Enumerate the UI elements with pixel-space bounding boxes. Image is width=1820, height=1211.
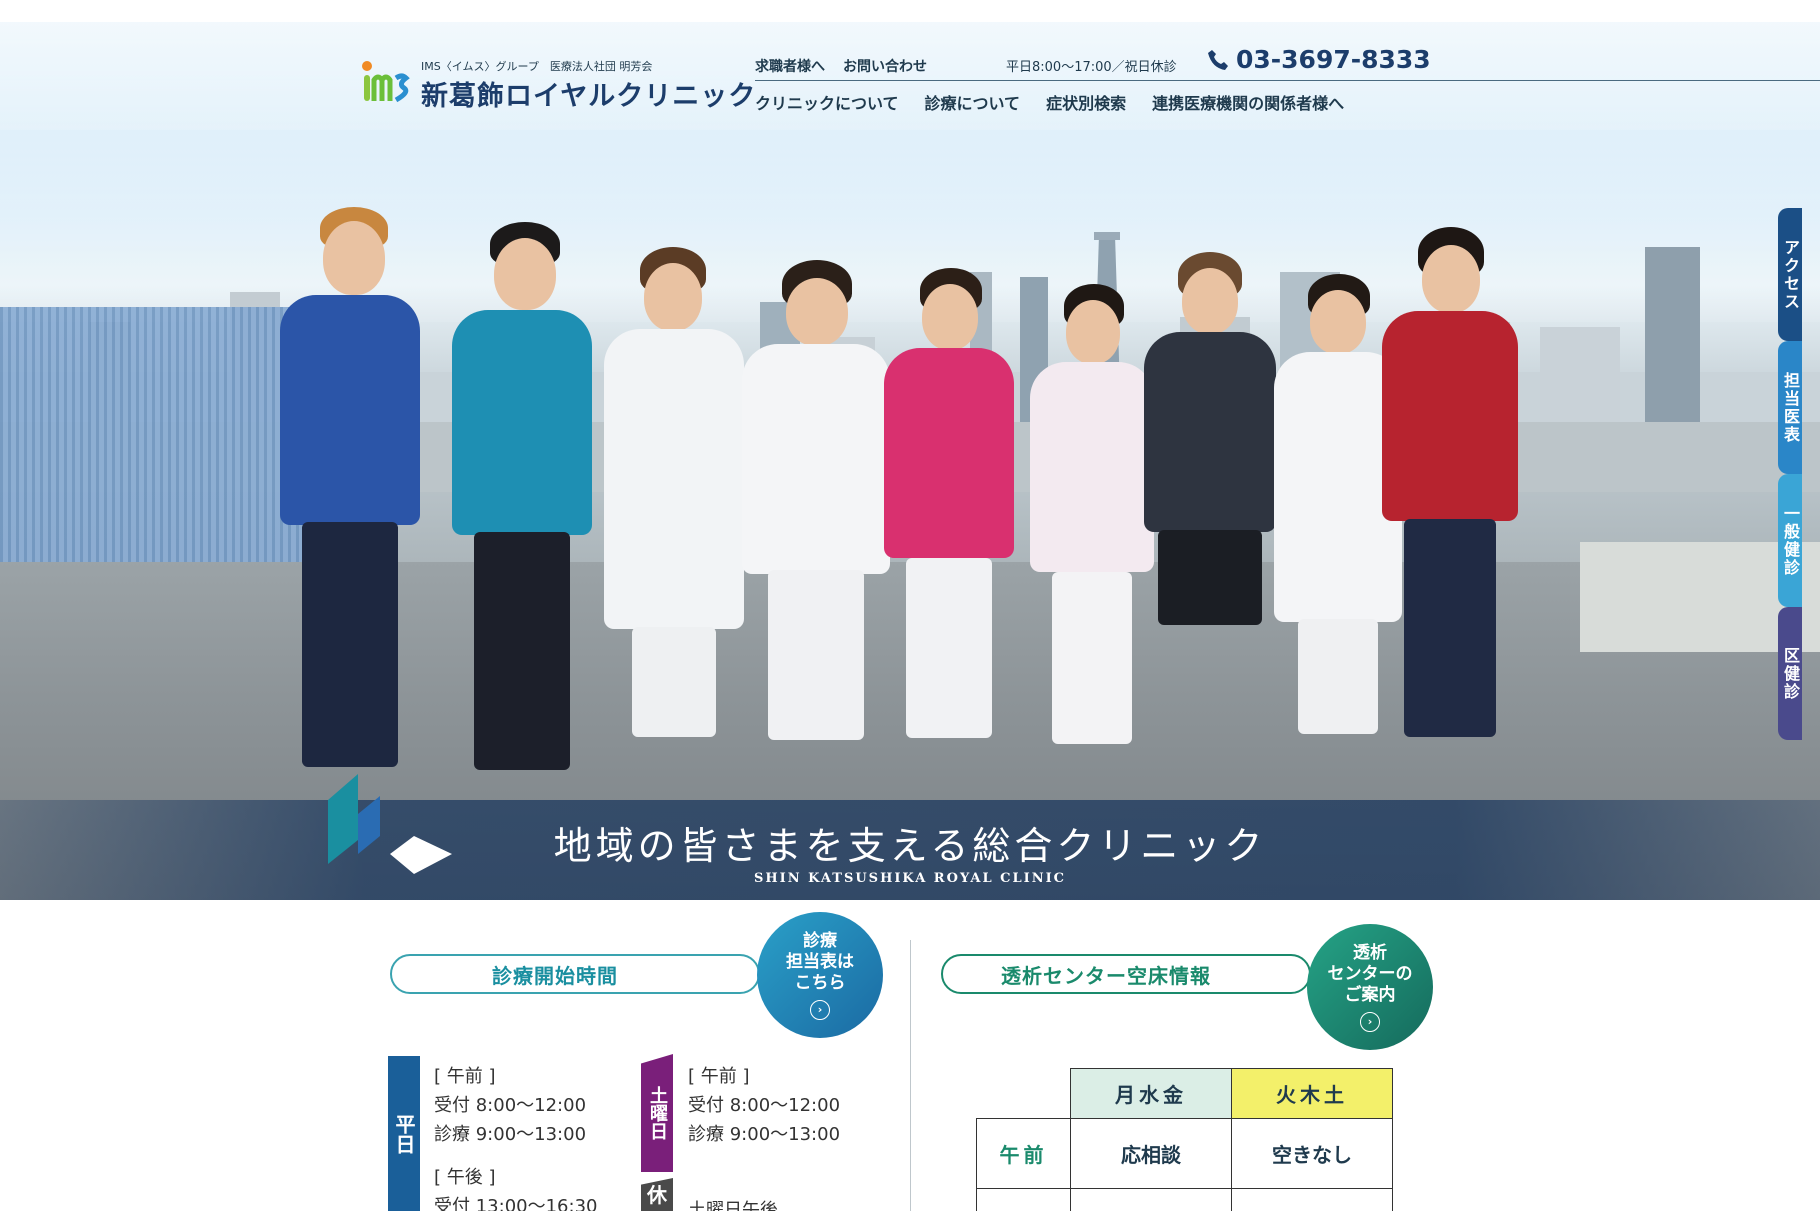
table-cell: 応相談 <box>1070 1118 1232 1189</box>
hero-tagline: 地域の皆さまを支える総合クリニック <box>553 824 1267 868</box>
side-tab-doctor-schedule[interactable]: 担当医表 <box>1778 341 1802 474</box>
util-link-contact[interactable]: お問い合わせ <box>843 56 927 76</box>
doctor-schedule-button[interactable]: 診療 担当表は こちら › <box>757 912 883 1038</box>
dialysis-center-line-1: 透析 <box>1353 942 1387 963</box>
dialysis-center-line-3: ご案内 <box>1344 984 1396 1005</box>
ims-logo-icon[interactable] <box>360 60 410 104</box>
hero-photo <box>0 22 1820 900</box>
staff-member <box>742 260 890 740</box>
phone-link[interactable]: 03-3697-8333 <box>1206 45 1431 74</box>
logo-group-line: IMS〈イムス〉グループ 医療法人社団 明芳会 <box>421 60 653 73</box>
saturday-am-reception: 受付 8:00〜12:00 <box>688 1095 841 1116</box>
doctor-schedule-line-2: 担当表は <box>786 951 854 972</box>
table-corner-cell <box>976 1068 1071 1119</box>
side-tab-access[interactable]: アクセス <box>1778 208 1802 341</box>
saturday-am-consult: 診療 9:00〜13:00 <box>688 1124 841 1145</box>
weekday-pm-reception: 受付 13:00〜16:30 <box>434 1196 598 1211</box>
table-cell <box>1070 1188 1232 1211</box>
table-row-label: 午前 <box>976 1118 1071 1189</box>
dialysis-vacancy-table: 月水金 火木土 午前 応相談 空きなし <box>976 1068 1393 1211</box>
table-header-mwf: 月水金 <box>1070 1068 1232 1119</box>
staff-member <box>1030 284 1154 744</box>
hours-title: 診療開始時間 <box>492 963 618 988</box>
staff-group <box>0 22 1820 900</box>
clinic-name-logo[interactable]: 新葛飾ロイヤルクリニック <box>421 74 756 113</box>
phone-icon <box>1208 49 1228 70</box>
weekday-pm-heading: [ 午後 ] <box>434 1167 496 1188</box>
hero-tagline-en: SHIN KATSUSHIKA ROYAL CLINIC <box>753 871 1067 886</box>
closed-text: 土曜日午後 <box>688 1200 778 1211</box>
table-cell: 空きなし <box>1231 1118 1393 1189</box>
weekday-hours: [ 午前 ] 受付 8:00〜12:00 診療 9:00〜13:00 [ 午後 … <box>434 1062 597 1211</box>
phone-number: 03-3697-8333 <box>1236 45 1431 74</box>
weekday-label: 平日 <box>388 1056 420 1211</box>
weekday-am-reception: 受付 8:00〜12:00 <box>434 1095 587 1116</box>
saturday-hours: [ 午前 ] 受付 8:00〜12:00 診療 9:00〜13:00 <box>688 1062 840 1149</box>
main-nav: クリニックについて 診療について 症状別検索 連携医療機関の関係者様へ <box>755 90 1344 114</box>
dialysis-title: 透析センター空床情報 <box>1001 963 1211 988</box>
nav-item-partners[interactable]: 連携医療機関の関係者様へ <box>1152 90 1344 114</box>
staff-member <box>1382 227 1518 737</box>
closed-label-text: 休 <box>647 1182 667 1207</box>
table-cell <box>1231 1188 1393 1211</box>
table-row: 午前 応相談 空きなし <box>976 1118 1393 1189</box>
side-tab-general-checkup[interactable]: 一般健診 <box>1778 474 1802 607</box>
opening-hours: 平日8:00〜17:00／祝日休診 <box>1006 60 1177 75</box>
side-tab-ward-checkup[interactable]: 区健診 <box>1778 607 1802 740</box>
staff-member <box>452 222 592 770</box>
table-row <box>976 1188 1393 1211</box>
staff-member <box>604 247 744 737</box>
saturday-label: 土曜日 <box>641 1054 673 1172</box>
staff-member <box>884 268 1014 738</box>
table-header-tts: 火木土 <box>1231 1068 1393 1119</box>
dialysis-center-button[interactable]: 透析 センターの ご案内 › <box>1307 924 1433 1050</box>
nav-item-symptom-search[interactable]: 症状別検索 <box>1046 90 1126 114</box>
nav-item-about[interactable]: クリニックについて <box>755 90 899 114</box>
weekday-am-consult: 診療 9:00〜13:00 <box>434 1124 587 1145</box>
arrow-right-icon: › <box>810 999 830 1020</box>
doctor-schedule-line-1: 診療 <box>803 930 837 951</box>
table-header-row: 月水金 火木土 <box>976 1068 1393 1119</box>
utility-nav: 求職者様へ お問い合わせ <box>755 56 927 76</box>
weekday-am-heading: [ 午前 ] <box>434 1066 496 1087</box>
section-divider <box>910 940 911 1211</box>
doctor-schedule-line-3: こちら <box>794 972 846 993</box>
table-row-label <box>976 1188 1071 1211</box>
saturday-am-heading: [ 午前 ] <box>688 1066 750 1087</box>
util-link-recruit[interactable]: 求職者様へ <box>755 56 825 76</box>
saturday-label-text: 土曜日 <box>647 1086 668 1140</box>
dialysis-center-line-2: センターの <box>1327 963 1413 984</box>
closed-label: 休 <box>641 1178 673 1211</box>
dialysis-title-pill: 透析センター空床情報 <box>941 954 1311 994</box>
nav-divider <box>755 80 1820 81</box>
weekday-label-text: 平日 <box>392 1113 416 1154</box>
side-tabs: アクセス 担当医表 一般健診 区健診 <box>1778 208 1820 740</box>
nav-item-medical[interactable]: 診療について <box>925 90 1021 114</box>
staff-member <box>1144 252 1276 742</box>
hours-title-pill: 診療開始時間 <box>390 954 760 994</box>
staff-member <box>280 207 420 767</box>
arrow-right-icon: › <box>1360 1011 1380 1032</box>
